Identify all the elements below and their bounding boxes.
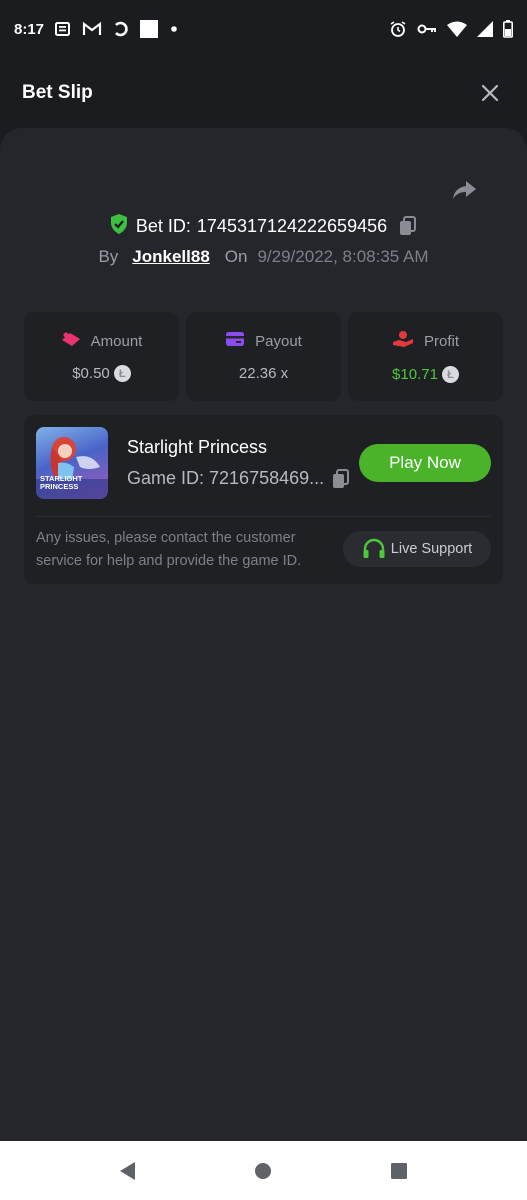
on-label: On [224,247,248,266]
litecoin-icon: Ł [441,366,459,383]
signal-icon [477,21,493,37]
game-id: Game ID: 7216758469... [127,468,325,488]
back-triangle-icon [119,1161,135,1180]
game-name: Starlight Princess [127,437,268,457]
live-support-label: Live Support [390,541,473,557]
support-notice: Any issues, please contact the customer … [36,530,302,569]
payout-label: Payout [255,332,302,350]
card-icon [225,331,245,351]
game-id-row: Game ID: 7216758469... [127,468,350,489]
home-circle-icon [255,1162,272,1179]
bet-date: 9/29/2022, 8:08:35 AM [257,247,429,266]
payout-card: Payout 22.36 x [186,312,341,401]
alarm-icon [389,20,407,38]
vpn-key-icon [417,23,437,35]
amount-value: $0.50 [72,365,110,382]
game-thumbnail[interactable]: STARLIGHT PRINCESS [36,427,108,499]
page-title: Bet Slip [22,82,93,103]
profit-card: Profit $10.71 Ł [348,312,503,401]
money-icon [61,331,81,351]
bet-id-value: 1745317124222659456 [196,215,388,236]
copy-icon [333,468,350,488]
profit-label: Profit [423,332,459,350]
share-icon [453,181,476,199]
shield-check-icon [110,213,128,239]
headset-icon [362,538,386,560]
amount-label: Amount [90,332,143,350]
thumb-title-line2: PRINCESS [40,482,79,491]
live-support-button[interactable]: Live Support [343,531,491,567]
header: Bet Slip [0,58,527,128]
stats-row: Amount $0.50 Ł Payout 22.36 x Profit $10… [24,312,503,401]
profit-value: $10.71 [392,366,438,383]
hand-coin-icon [392,330,414,352]
game-card: STARLIGHT PRINCESS Starlight Princess Ga… [24,415,503,584]
close-button[interactable] [477,80,503,106]
battery-icon [503,20,513,38]
copy-bet-id-button[interactable] [399,216,417,236]
divider [36,516,491,517]
sync-icon [112,20,130,38]
copy-game-id-button[interactable] [332,468,350,489]
home-button[interactable] [243,1151,283,1191]
system-nav-bar [0,1141,527,1200]
square-icon [140,20,159,38]
payout-value: 22.36 x [238,365,289,382]
bet-id-row: Bet ID: 1745317124222659456 [0,212,527,240]
play-now-button[interactable]: Play Now [359,444,491,482]
recents-button[interactable] [379,1151,419,1191]
username-link[interactable]: Jonkell88 [132,247,210,267]
status-bar: 8:17 [0,0,527,58]
share-button[interactable] [451,176,479,204]
news-icon [54,20,72,38]
bet-meta-row: By Jonkell88 On 9/29/2022, 8:08:35 AM [0,244,527,270]
status-time: 8:17 [14,20,45,38]
gmail-icon [82,21,102,37]
recents-square-icon [391,1162,408,1179]
copy-icon [400,216,417,235]
bet-slip-sheet [0,128,527,1141]
litecoin-icon: Ł [113,365,131,382]
bet-id-label: Bet ID: [135,215,191,236]
close-icon [481,84,499,102]
back-button[interactable] [108,1151,148,1191]
dot-icon [168,23,180,35]
wifi-icon [447,21,467,37]
amount-card: Amount $0.50 Ł [24,312,179,401]
by-label: By [98,247,119,266]
